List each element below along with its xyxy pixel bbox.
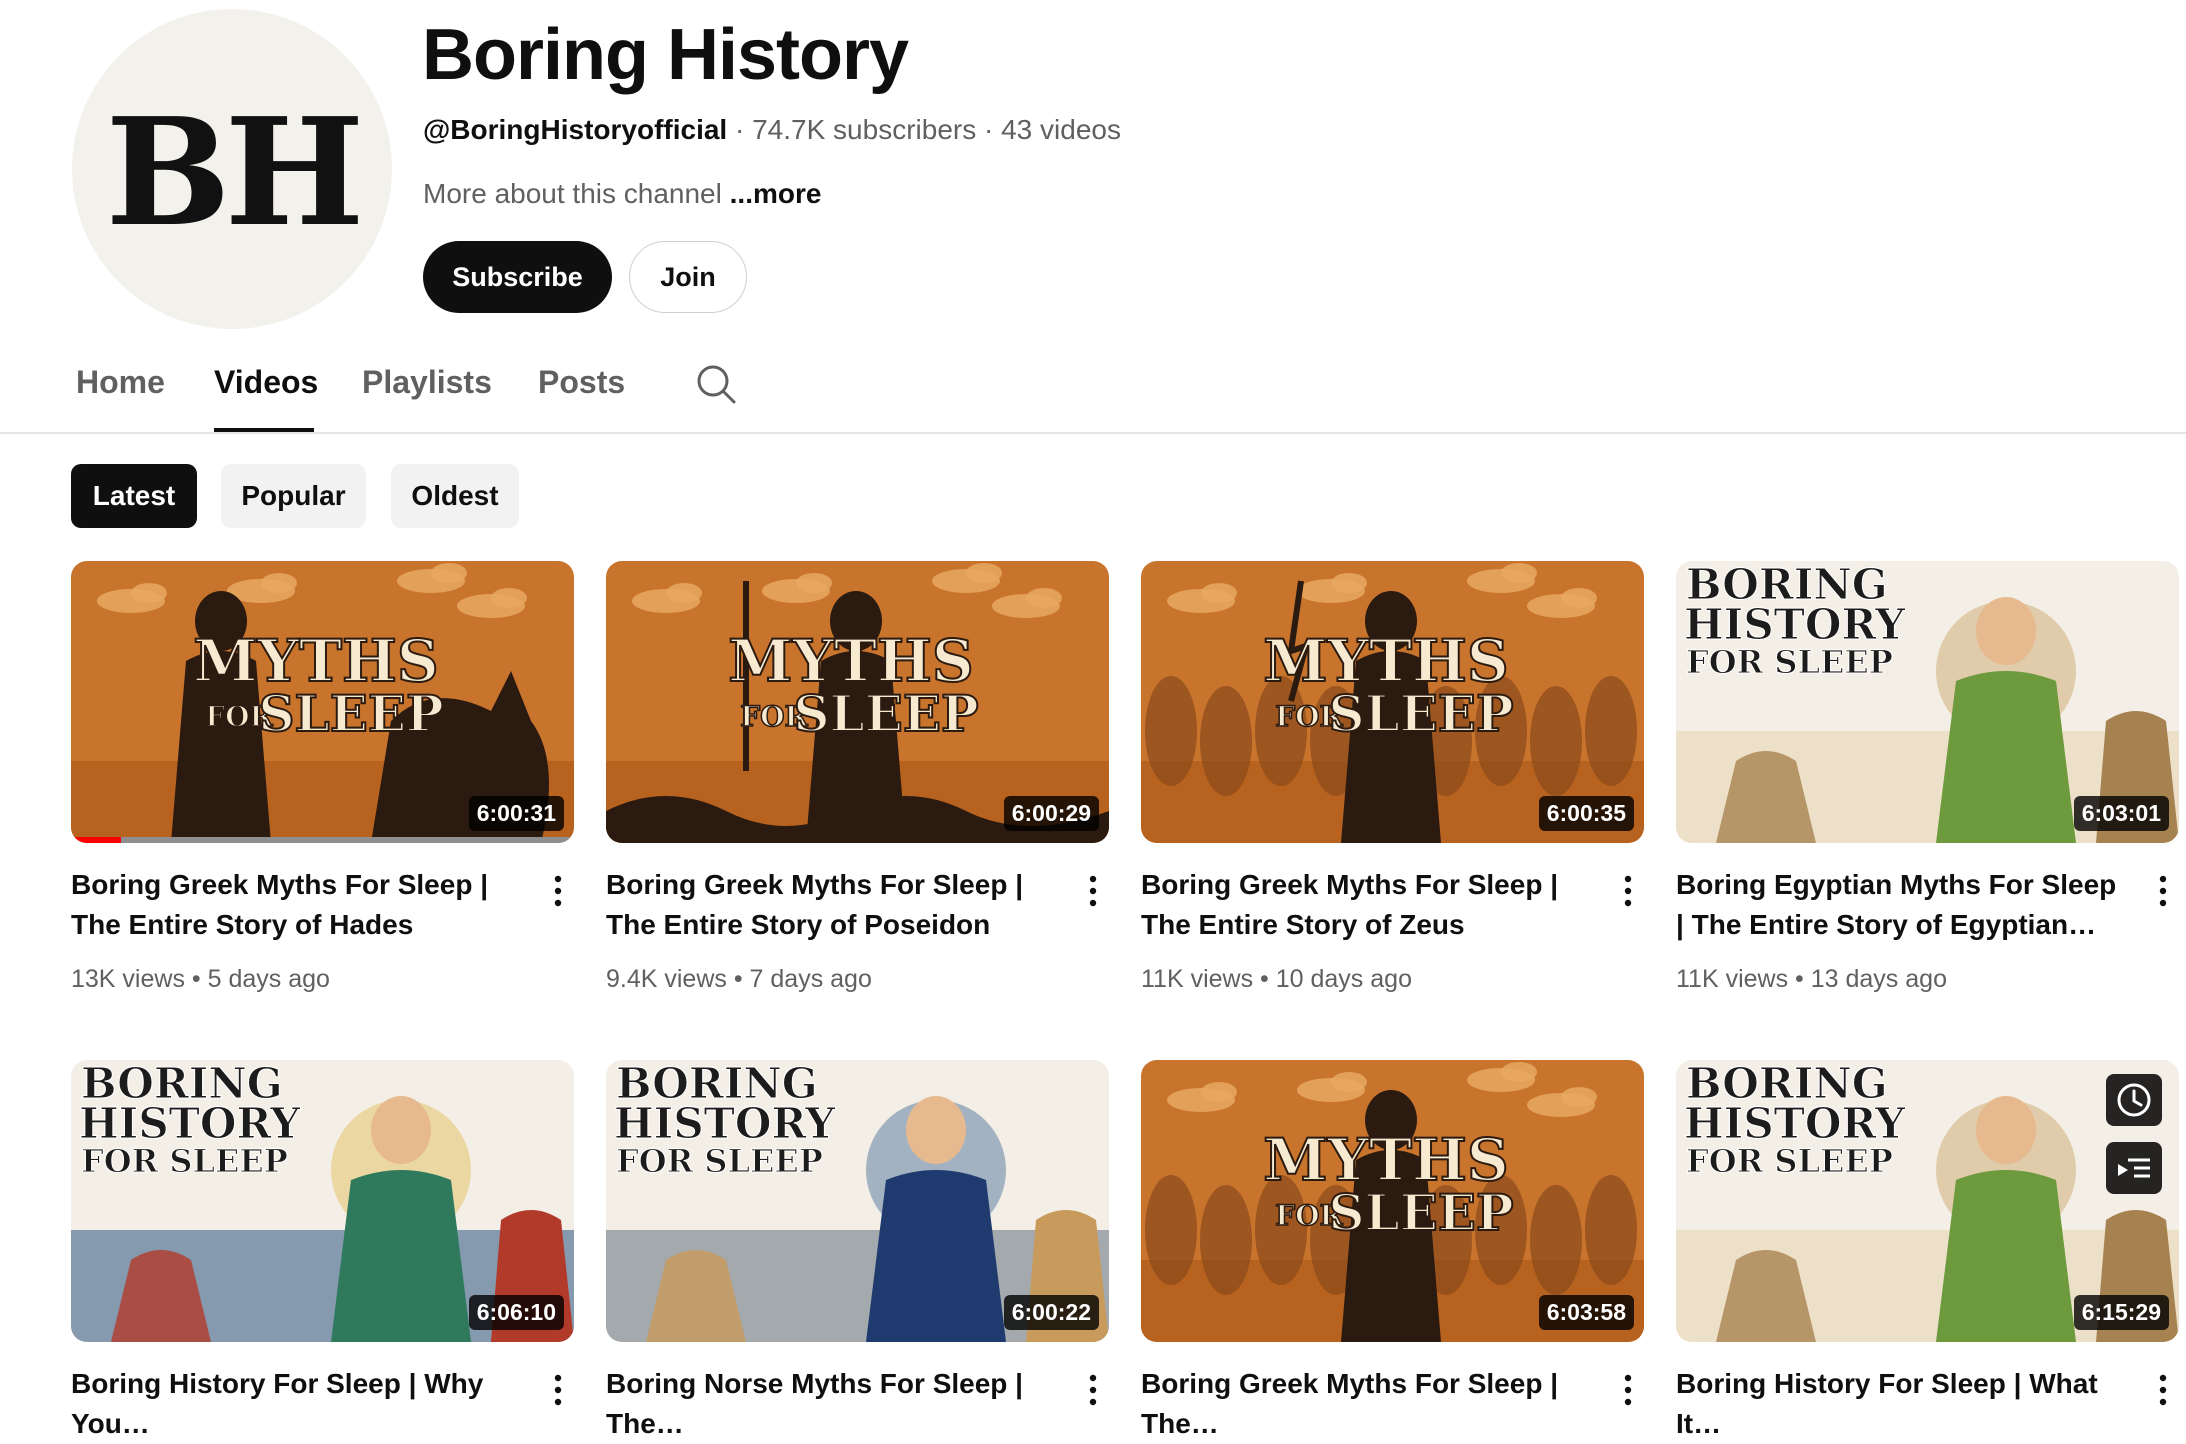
- channel-handle: @BoringHistoryofficial: [423, 114, 728, 145]
- svg-text:HISTORY: HISTORY: [1684, 1099, 1906, 1148]
- video-title[interactable]: Boring Greek Myths For Sleep | The Entir…: [71, 865, 526, 945]
- upload-age: 5 days ago: [207, 965, 330, 993]
- join-button[interactable]: Join: [629, 241, 747, 313]
- thumbnail-logo: MYTHSFORSLEEP: [1262, 626, 1514, 744]
- upload-age: 10 days ago: [1275, 965, 1412, 993]
- view-count: 9.4K views: [606, 965, 727, 993]
- video-duration: 6:03:01: [2073, 796, 2169, 831]
- add-to-queue-icon: [2118, 1158, 2150, 1178]
- upload-age: 13 days ago: [1810, 965, 1947, 993]
- video-thumbnail[interactable]: MYTHS FOR SLEEP 6:00:29: [606, 561, 1109, 843]
- more-actions-icon[interactable]: [2151, 1370, 2175, 1410]
- video-duration: 6:06:10: [468, 1295, 564, 1330]
- video-thumbnail[interactable]: BORING HISTORY FOR SLEEP 6:00:22: [606, 1060, 1109, 1342]
- video-thumbnail[interactable]: BORING HISTORY FOR SLEEP 6:06:10: [71, 1060, 574, 1342]
- channel-meta: @BoringHistoryofficial · 74.7K subscribe…: [423, 114, 1121, 146]
- video-thumbnail[interactable]: MYTHS FOR SLEEP 6:00:35: [1141, 561, 1644, 843]
- view-count: 11K views: [1141, 965, 1254, 993]
- meta-separator: •: [726, 965, 750, 993]
- video-meta: 11K views • 13 days ago: [1676, 965, 1947, 994]
- tab-posts[interactable]: Posts: [538, 364, 625, 401]
- video-duration: 6:00:29: [1003, 796, 1099, 831]
- search-icon[interactable]: [694, 362, 738, 406]
- video-meta: 13K views • 5 days ago: [71, 965, 330, 994]
- tab-videos[interactable]: Videos: [214, 364, 318, 401]
- subscriber-count: 74.7K subscribers: [752, 114, 977, 145]
- thumbnail-logo: MYTHSFORSLEEP: [1262, 1125, 1514, 1243]
- more-actions-icon[interactable]: [1081, 871, 1105, 911]
- chip-oldest[interactable]: Oldest: [391, 464, 519, 528]
- thumbnail-logo: MYTHSFORSLEEP: [727, 626, 979, 744]
- video-duration: 6:00:35: [1538, 796, 1634, 831]
- channel-avatar[interactable]: BH: [72, 9, 392, 329]
- thumbnail-logo: MYTHSFORSLEEP: [192, 626, 444, 744]
- more-actions-icon[interactable]: [546, 1370, 570, 1410]
- svg-text:FOR SLEEP: FOR SLEEP: [81, 1142, 288, 1180]
- svg-text:HISTORY: HISTORY: [1684, 600, 1906, 649]
- channel-tabs: Home Videos Playlists Posts: [0, 340, 2186, 434]
- active-tab-indicator: [214, 428, 314, 432]
- thumbnail-logo: BORINGHISTORYFOR SLEEP: [1684, 561, 1907, 682]
- channel-name: Boring History: [422, 15, 909, 95]
- more-link[interactable]: ...more: [730, 178, 822, 209]
- clock-icon: [2117, 1083, 2151, 1117]
- channel-about[interactable]: More about this channel ...more: [423, 178, 821, 210]
- svg-text:HISTORY: HISTORY: [614, 1099, 836, 1148]
- svg-text:SLEEP: SLEEP: [1328, 684, 1513, 743]
- video-meta: 11K views • 10 days ago: [1141, 965, 1412, 994]
- tab-playlists[interactable]: Playlists: [362, 364, 492, 401]
- video-meta: 9.4K views • 7 days ago: [606, 965, 872, 994]
- thumbnail-logo: BORINGHISTORYFOR SLEEP: [1684, 1060, 1907, 1181]
- about-text: More about this channel: [423, 178, 722, 209]
- meta-separator: •: [184, 965, 208, 993]
- meta-separator: ·: [984, 114, 1002, 145]
- video-count: 43 videos: [1001, 114, 1121, 145]
- chip-popular[interactable]: Popular: [221, 464, 366, 528]
- more-actions-icon[interactable]: [2151, 871, 2175, 911]
- more-actions-icon[interactable]: [1081, 1370, 1105, 1410]
- tab-home[interactable]: Home: [76, 364, 165, 401]
- video-title[interactable]: Boring Greek Myths For Sleep | The Entir…: [606, 865, 1061, 945]
- video-duration: 6:00:31: [468, 796, 564, 831]
- video-title[interactable]: Boring Greek Myths For Sleep | The Entir…: [1141, 865, 1596, 945]
- video-thumbnail[interactable]: BORING HISTORY FOR SLEEP 6:15:29: [1676, 1060, 2179, 1342]
- more-actions-icon[interactable]: [1616, 1370, 1640, 1410]
- video-thumbnail[interactable]: MYTHS FOR SLEEP 6:03:58: [1141, 1060, 1644, 1342]
- video-thumbnail[interactable]: BORING HISTORY FOR SLEEP 6:03:01: [1676, 561, 2179, 843]
- video-title[interactable]: Boring History For Sleep | What It…: [1676, 1364, 2131, 1444]
- add-to-queue-button[interactable]: [2106, 1142, 2162, 1194]
- upload-age: 7 days ago: [749, 965, 872, 993]
- chip-latest[interactable]: Latest: [71, 464, 197, 528]
- svg-text:HISTORY: HISTORY: [79, 1099, 301, 1148]
- more-actions-icon[interactable]: [546, 871, 570, 911]
- video-title[interactable]: Boring Greek Myths For Sleep | The…: [1141, 1364, 1596, 1444]
- video-title[interactable]: Boring Egyptian Myths For Sleep | The En…: [1676, 865, 2131, 945]
- svg-text:SLEEP: SLEEP: [793, 684, 978, 743]
- view-count: 13K views: [71, 965, 185, 993]
- thumbnail-logo: BORINGHISTORYFOR SLEEP: [79, 1060, 302, 1181]
- video-title[interactable]: Boring Norse Myths For Sleep | The…: [606, 1364, 1061, 1444]
- video-duration: 6:15:29: [2073, 1295, 2169, 1330]
- subscribe-button[interactable]: Subscribe: [423, 241, 612, 313]
- meta-separator: •: [1253, 965, 1276, 993]
- view-count: 11K views: [1676, 965, 1789, 993]
- svg-text:SLEEP: SLEEP: [258, 684, 443, 743]
- video-duration: 6:00:22: [1003, 1295, 1099, 1330]
- watch-progress-fill: [71, 837, 122, 843]
- svg-text:FOR SLEEP: FOR SLEEP: [616, 1142, 823, 1180]
- thumbnail-logo: BORINGHISTORYFOR SLEEP: [614, 1060, 837, 1181]
- video-duration: 6:03:58: [1538, 1295, 1634, 1330]
- svg-text:SLEEP: SLEEP: [1328, 1183, 1513, 1242]
- svg-text:FOR SLEEP: FOR SLEEP: [1686, 1142, 1893, 1180]
- svg-text:FOR SLEEP: FOR SLEEP: [1686, 643, 1893, 681]
- more-actions-icon[interactable]: [1616, 871, 1640, 911]
- video-title[interactable]: Boring History For Sleep | Why You…: [71, 1364, 526, 1444]
- meta-separator: ·: [735, 114, 753, 145]
- avatar-text: BH: [105, 85, 365, 259]
- meta-separator: •: [1788, 965, 1811, 993]
- watch-later-button[interactable]: [2106, 1074, 2162, 1126]
- watch-progress-bar: [71, 837, 574, 843]
- video-thumbnail[interactable]: MYTHS FOR SLEEP 6:00:31: [71, 561, 574, 843]
